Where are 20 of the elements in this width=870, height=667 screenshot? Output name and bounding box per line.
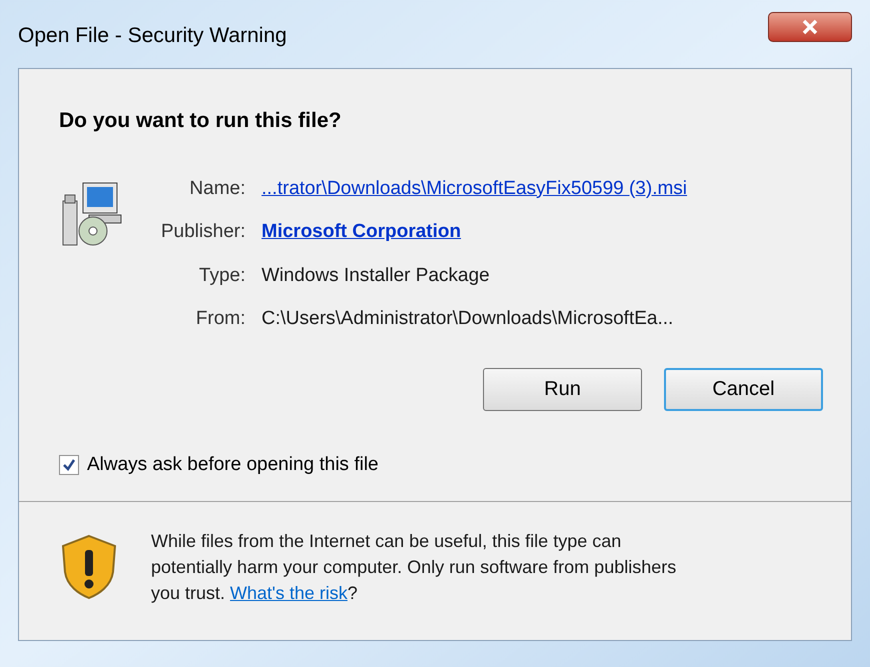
detail-link[interactable]: ...trator\Downloads\MicrosoftEasyFix50599 (3).msi: [262, 174, 688, 203]
warning-text: While files from the Internet can be useful, this file type can potentially harm your computer. Only run software from publishers you trust. What's the risk?: [151, 530, 678, 605]
detail-label: Type:: [198, 264, 246, 288]
checkbox-label: Always ask before opening this file: [87, 452, 378, 476]
window-title: Open File - Security Warning: [18, 23, 287, 50]
close-button[interactable]: [768, 12, 852, 42]
close-icon: [801, 19, 819, 35]
detail-link[interactable]: Microsoft Corporation: [262, 218, 688, 246]
detail-value: C:\Users\Administrator\Downloads\MicrosoftEa...: [262, 307, 674, 331]
dialog-button[interactable]: Run: [483, 368, 642, 410]
detail-label: Name:: [188, 176, 246, 200]
detail-value: Windows Installer Package: [262, 264, 491, 288]
warning-shield-icon: [59, 534, 119, 600]
detail-label: Publisher:: [161, 220, 246, 244]
dialog-heading: Do you want to run this file?: [59, 108, 342, 134]
checkbox[interactable]: [59, 454, 79, 475]
dialog-button[interactable]: Cancel: [664, 368, 823, 410]
detail-label: From:: [194, 307, 246, 331]
check-icon: [62, 458, 76, 472]
risk-link[interactable]: What's the risk: [230, 583, 348, 603]
